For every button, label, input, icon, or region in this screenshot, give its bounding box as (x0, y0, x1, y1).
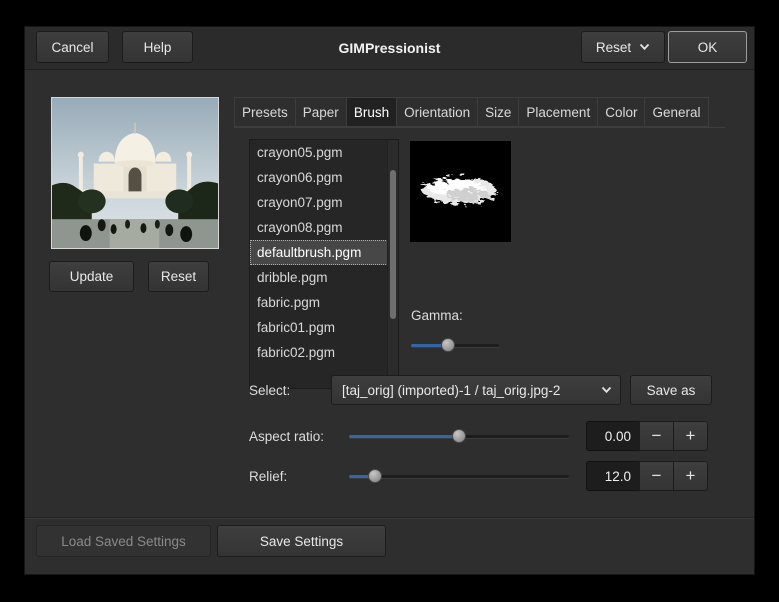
ok-button[interactable]: OK (668, 31, 747, 63)
plus-icon[interactable]: + (673, 421, 708, 451)
load-saved-settings-button[interactable]: Load Saved Settings (36, 525, 211, 557)
tab-placement[interactable]: Placement (518, 97, 599, 127)
tab-size[interactable]: Size (477, 97, 520, 127)
brush-stroke-preview (410, 141, 511, 242)
relief-spinbox: 12.0 − + (586, 461, 708, 491)
list-item[interactable]: fabric02.pgm (250, 340, 398, 365)
list-scrollbar[interactable] (387, 140, 398, 388)
aspect-ratio-label: Aspect ratio: (249, 429, 325, 444)
minus-icon[interactable]: − (639, 421, 674, 451)
dialog-titlebar: GIMPressionist Cancel Help Reset OK (25, 27, 754, 70)
gimpressionist-dialog: GIMPressionist Cancel Help Reset OK Upda… (24, 26, 755, 575)
gamma-slider-thumb[interactable] (440, 338, 455, 352)
select-label: Select: (249, 383, 291, 398)
list-item[interactable]: crayon07.pgm (250, 190, 398, 215)
aspect-ratio-slider[interactable] (349, 429, 569, 443)
tab-orientation[interactable]: Orientation (396, 97, 479, 127)
save-as-button[interactable]: Save as (630, 375, 712, 405)
tab-general[interactable]: General (644, 97, 709, 127)
list-item[interactable]: fabric.pgm (250, 290, 398, 315)
update-preview-button[interactable]: Update (49, 261, 134, 292)
list-item[interactable]: crayon06.pgm (250, 165, 398, 190)
tab-color[interactable]: Color (597, 97, 646, 127)
gamma-label: Gamma: (411, 308, 463, 323)
aspect-ratio-spinbox: 0.00 − + (586, 421, 708, 451)
tab-paper[interactable]: Paper (294, 97, 347, 127)
settings-tab-bar: Presets Paper Brush Orientation Size Pla… (234, 97, 726, 128)
relief-label: Relief: (249, 469, 288, 484)
plus-icon[interactable]: + (673, 461, 708, 491)
brush-file-list: crayon05.pgm crayon06.pgm crayon07.pgm c… (249, 139, 399, 389)
list-item[interactable]: crayon05.pgm (250, 140, 398, 165)
relief-value-field[interactable]: 12.0 (586, 461, 640, 491)
chevron-down-icon (601, 386, 612, 394)
list-item[interactable]: dribble.pgm (250, 265, 398, 290)
taj-mahal-preview-image (52, 98, 218, 248)
relief-slider-thumb[interactable] (368, 469, 383, 483)
reset-preview-button[interactable]: Reset (148, 261, 209, 292)
footer-separator (25, 517, 754, 518)
reset-dropdown-button[interactable]: Reset (581, 31, 665, 63)
reset-dropdown-label: Reset (595, 39, 632, 55)
help-button[interactable]: Help (122, 31, 193, 63)
chevron-down-icon (639, 43, 650, 51)
list-item[interactable]: crayon08.pgm (250, 215, 398, 240)
image-preview (51, 97, 219, 249)
save-settings-button[interactable]: Save Settings (217, 525, 386, 557)
tab-presets[interactable]: Presets (234, 97, 296, 127)
list-item-selected[interactable]: defaultbrush.pgm (250, 240, 398, 265)
scrollbar-thumb[interactable] (390, 169, 396, 319)
aspect-ratio-slider-thumb[interactable] (452, 429, 466, 443)
minus-icon[interactable]: − (639, 461, 674, 491)
relief-slider[interactable] (349, 469, 569, 483)
brush-image-select-dropdown[interactable]: [taj_orig] (imported)-1 / taj_orig.jpg-2 (331, 375, 621, 405)
brush-image-select-value: [taj_orig] (imported)-1 / taj_orig.jpg-2 (342, 382, 561, 398)
aspect-ratio-slider-fill (349, 435, 459, 438)
list-item[interactable]: fabric01.pgm (250, 315, 398, 340)
cancel-button[interactable]: Cancel (36, 31, 109, 63)
aspect-ratio-value-field[interactable]: 0.00 (586, 421, 640, 451)
gamma-slider[interactable] (411, 338, 499, 352)
tab-brush[interactable]: Brush (345, 97, 398, 127)
